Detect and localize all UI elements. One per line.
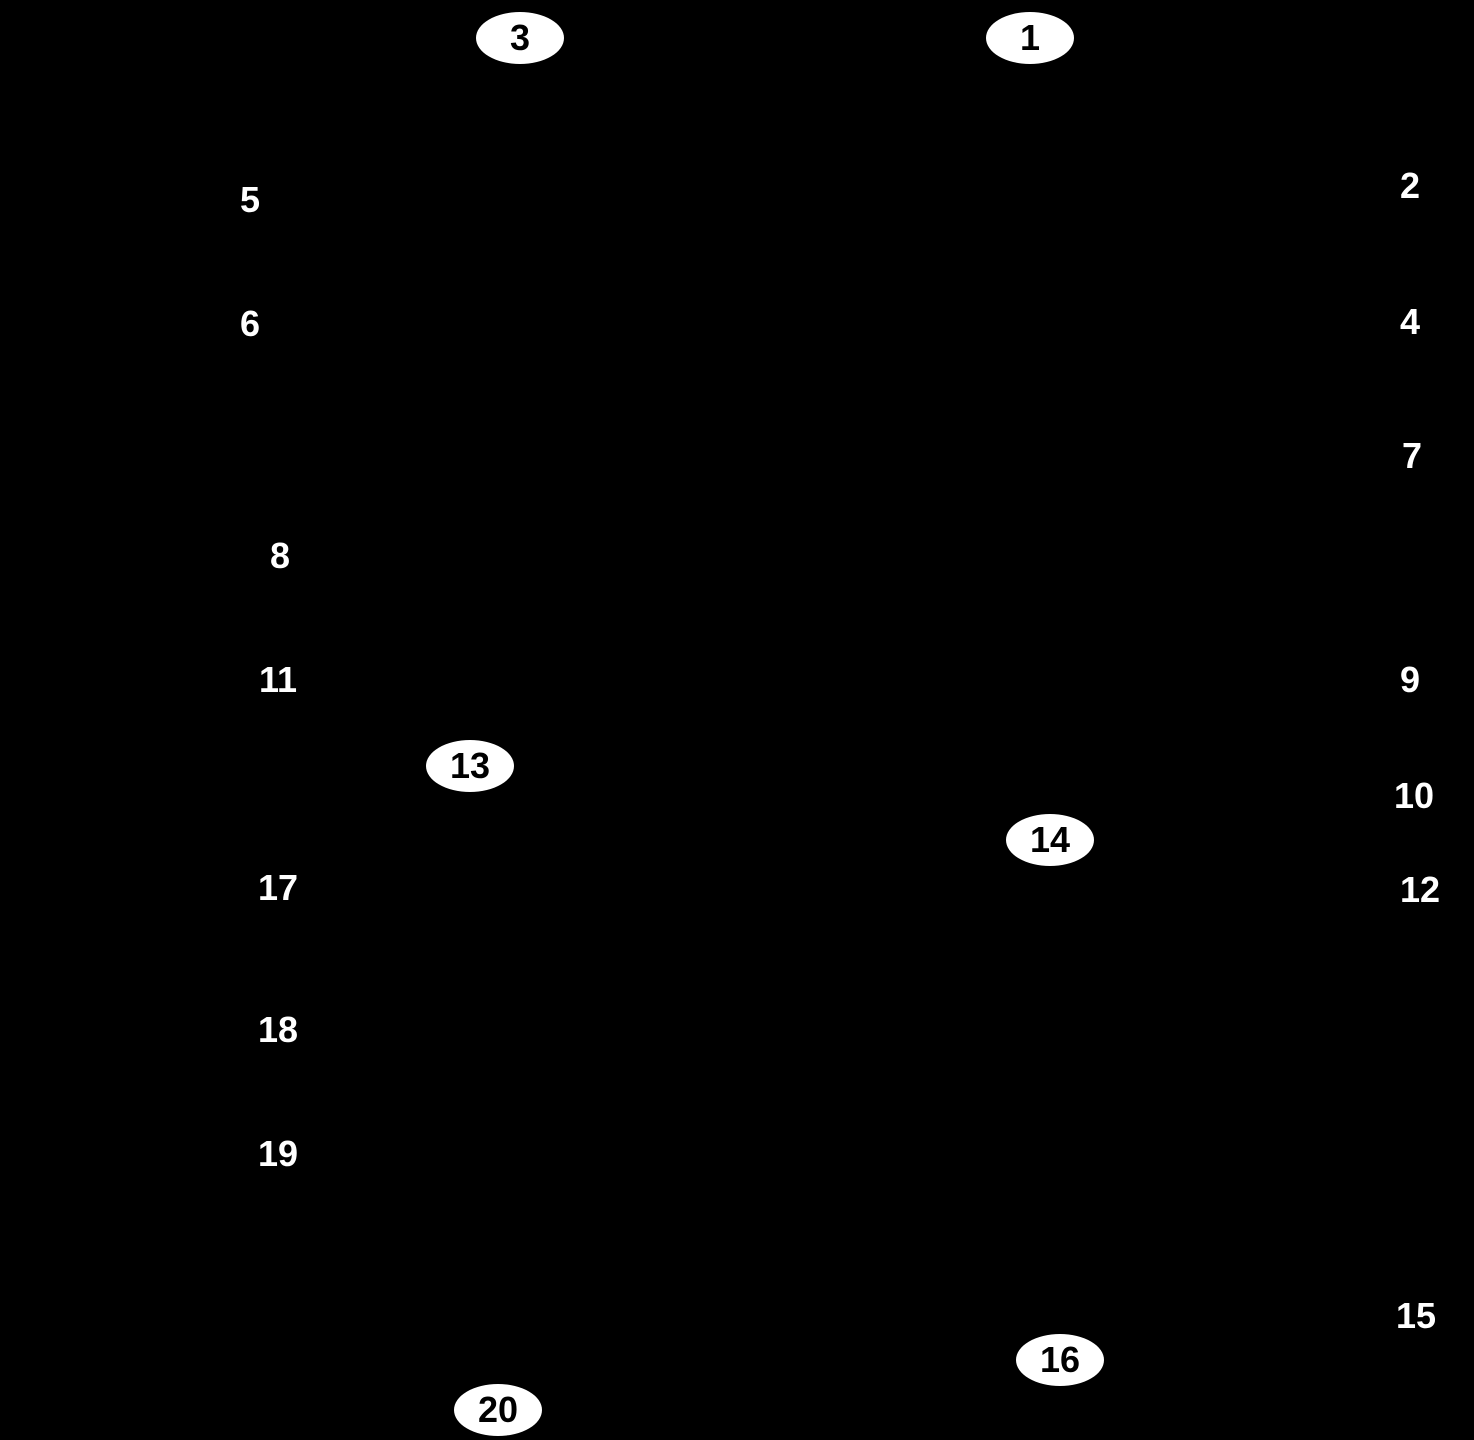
node-12: 12 <box>1400 869 1440 911</box>
node-15: 15 <box>1396 1295 1436 1337</box>
node-19: 19 <box>258 1133 298 1175</box>
node-7: 7 <box>1402 435 1422 477</box>
node-16: 16 <box>1014 1332 1106 1388</box>
node-3: 3 <box>474 10 566 66</box>
node-11: 11 <box>259 659 297 701</box>
node-2: 2 <box>1400 165 1420 207</box>
node-4: 4 <box>1400 301 1420 343</box>
node-6: 6 <box>240 303 260 345</box>
node-10: 10 <box>1394 775 1434 817</box>
node-18: 18 <box>258 1009 298 1051</box>
node-14: 14 <box>1004 812 1096 868</box>
node-8: 8 <box>270 535 290 577</box>
node-13: 13 <box>424 738 516 794</box>
node-9: 9 <box>1400 659 1420 701</box>
node-17: 17 <box>258 867 298 909</box>
node-20: 20 <box>452 1382 544 1438</box>
node-5: 5 <box>240 179 260 221</box>
node-1: 1 <box>984 10 1076 66</box>
